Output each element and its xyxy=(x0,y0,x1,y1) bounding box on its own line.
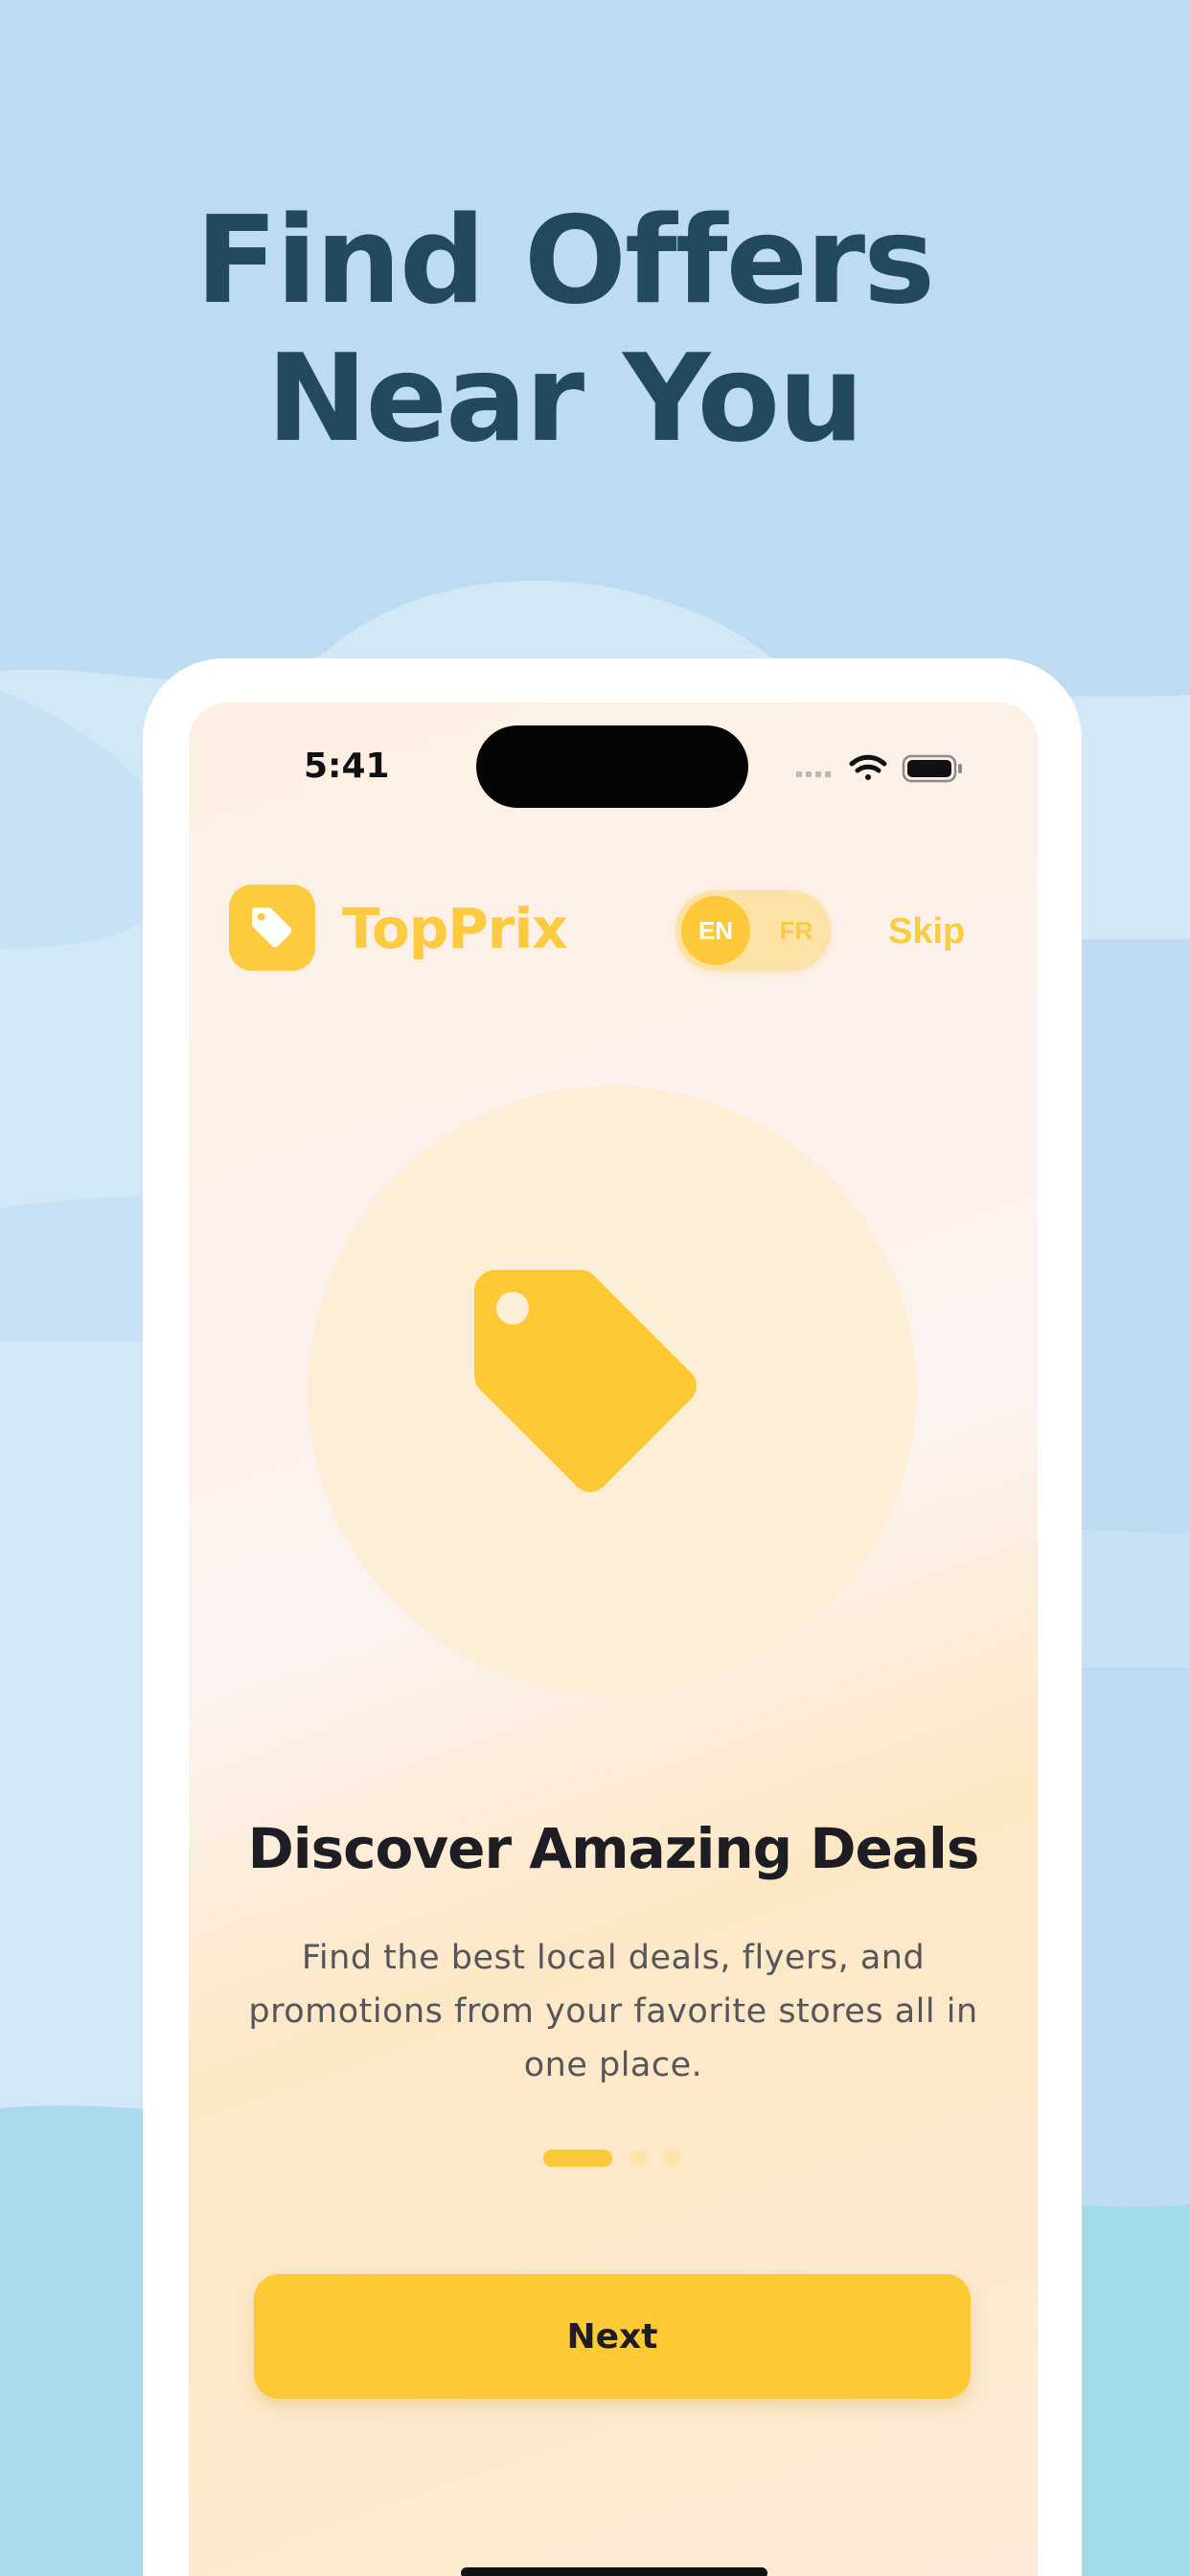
page-dot xyxy=(664,2150,681,2167)
language-toggle[interactable]: EN FR xyxy=(675,890,831,971)
price-tag-icon xyxy=(474,1270,697,1492)
onboarding-description: Find the best local deals, flyers, and p… xyxy=(248,1939,978,2084)
battery-icon xyxy=(902,754,962,783)
app-name: TopPrix xyxy=(342,896,568,961)
app-store-screenshot: Find Offers Near You 5:41 TopPrix EN FR … xyxy=(0,0,1190,2576)
page-dot xyxy=(629,2150,647,2167)
next-button[interactable]: Next xyxy=(254,2274,971,2399)
signal-icon xyxy=(796,771,831,777)
app-logo xyxy=(229,885,315,971)
status-time: 5:41 xyxy=(304,747,390,786)
dynamic-island xyxy=(476,725,748,808)
wifi-icon xyxy=(849,754,887,780)
page-dot-active xyxy=(543,2150,612,2167)
headline-line-2: Near You xyxy=(266,328,864,469)
marketing-headline: Find Offers Near You xyxy=(0,192,1129,468)
headline-line-1: Find Offers xyxy=(195,190,935,331)
language-option-en[interactable]: EN xyxy=(681,896,750,965)
status-icons xyxy=(796,754,962,783)
skip-button[interactable]: Skip xyxy=(888,911,965,953)
home-indicator xyxy=(461,2567,767,2576)
language-option-fr[interactable]: FR xyxy=(762,896,831,965)
price-tag-icon xyxy=(252,908,292,948)
phone-screen: 5:41 TopPrix EN FR Skip Discover Amazing… xyxy=(189,702,1038,2576)
page-indicator xyxy=(543,2150,697,2169)
onboarding-title: Discover Amazing Deals xyxy=(247,1816,980,1881)
